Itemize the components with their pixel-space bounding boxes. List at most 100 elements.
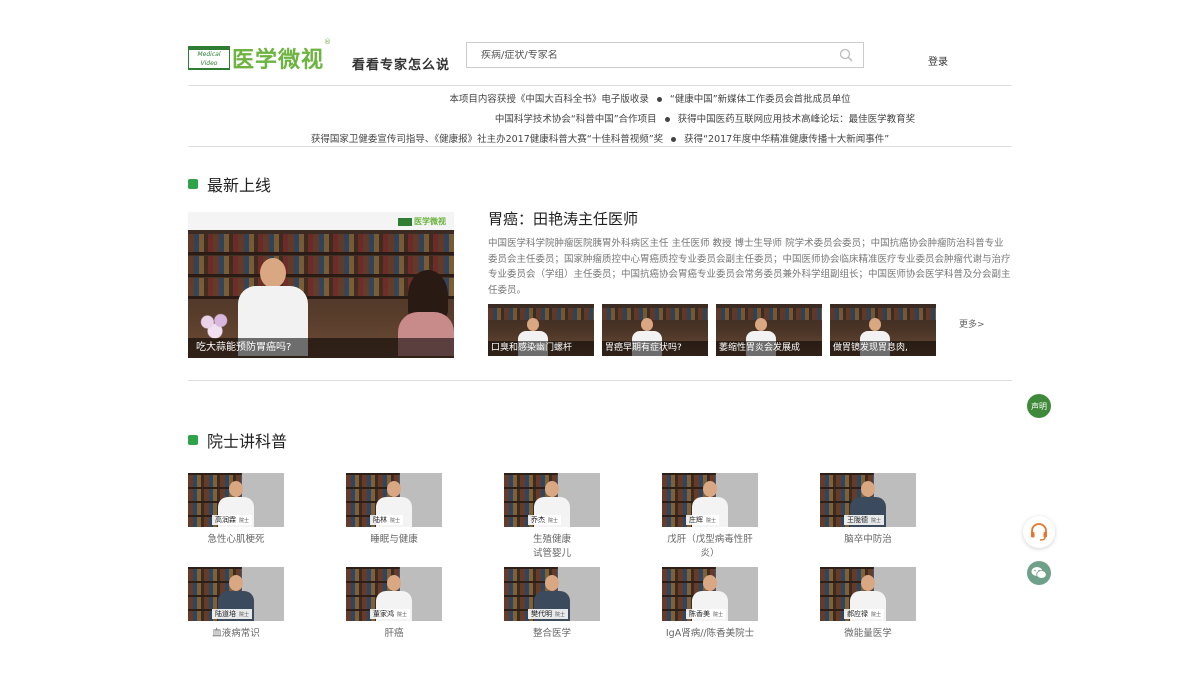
academician-topic[interactable]: 肝癌 bbox=[346, 627, 442, 641]
academician-tag: 院士 bbox=[548, 518, 559, 524]
academician-name: 郝应禄 bbox=[847, 610, 868, 618]
academician-photo: 郝应禄 院士 bbox=[820, 567, 916, 621]
academician-topic[interactable]: 血液病常识 bbox=[188, 627, 284, 641]
nameplate: 庄辉 院士 bbox=[686, 515, 720, 525]
academician-photo: 陆道培 院士 bbox=[188, 567, 284, 621]
academician-card[interactable]: 王陇德 院士脑卒中防治 bbox=[820, 473, 916, 547]
academician-photo: 庄辉 院士 bbox=[662, 473, 758, 527]
academician-tag: 院士 bbox=[706, 518, 717, 524]
academician-name: 庄辉 bbox=[689, 516, 703, 524]
section-title-text: 院士讲科普 bbox=[207, 432, 288, 451]
academician-tag: 院士 bbox=[871, 518, 882, 524]
academician-card[interactable]: 陈香美 院士 IgA肾病//陈香美院士 bbox=[662, 567, 758, 641]
academician-tag: 院士 bbox=[390, 518, 401, 524]
site-logo[interactable]: Medical Video 医学微视 ® bbox=[188, 38, 331, 74]
video-thumbnail[interactable]: 萎缩性胃炎会发展成 bbox=[716, 304, 822, 356]
academician-tag: 院士 bbox=[239, 612, 250, 618]
notice-text: 获得中国医药互联网应用技术高峰论坛：最佳医学教育奖 bbox=[677, 114, 916, 125]
thumbnail-caption: 口臭和感染幽门螺杆 bbox=[488, 341, 594, 356]
logo-badge-icon: Medical Video bbox=[188, 46, 230, 70]
academician-photo: 陆林 院士 bbox=[346, 473, 442, 527]
bullet-separator bbox=[656, 97, 662, 102]
academician-card[interactable]: 庄辉 院士戊肝（戊型病毒性肝炎） bbox=[662, 473, 758, 561]
notice-text: 中国科学技术协会“科普中国”合作项目 bbox=[494, 114, 657, 125]
search-icon[interactable] bbox=[839, 48, 853, 62]
academician-name: 樊代明 bbox=[531, 610, 552, 618]
login-link[interactable]: 登录 bbox=[928, 53, 948, 68]
logo-name: 医学微视 bbox=[232, 48, 325, 73]
academician-photo: 高润霖 院士 bbox=[188, 473, 284, 527]
section-title-text: 最新上线 bbox=[207, 176, 272, 195]
academician-card[interactable]: 樊代明 院士整合医学 bbox=[504, 567, 600, 641]
award-notices: 本项目内容获授《中国大百科全书》电子版收录 “健康中国”新媒体工作委员会首批成员单… bbox=[188, 90, 1012, 150]
section-marker-icon bbox=[188, 435, 198, 445]
nameplate: 陈香美 院士 bbox=[686, 609, 727, 619]
featured-title[interactable]: 胃癌：田艳涛主任医师 bbox=[488, 208, 638, 229]
wechat-button[interactable] bbox=[1027, 561, 1051, 585]
video-caption: 吃大蒜能预防胃癌吗? bbox=[188, 338, 454, 358]
academician-topic[interactable]: 戊肝（戊型病毒性肝炎） bbox=[662, 533, 758, 561]
nameplate: 董家鸿 院士 bbox=[370, 609, 411, 619]
nameplate: 乔杰 院士 bbox=[528, 515, 562, 525]
flowers-decoration bbox=[196, 310, 234, 340]
logo-registered-mark: ® bbox=[324, 38, 332, 46]
header-divider bbox=[188, 85, 1012, 86]
statement-label: 声明 bbox=[1031, 401, 1047, 411]
academician-card[interactable]: 陆道培 院士血液病常识 bbox=[188, 567, 284, 641]
thumbnail-caption: 胃癌早期有症状吗? bbox=[602, 341, 708, 356]
notice-text: “健康中国”新媒体工作委员会首批成员单位 bbox=[669, 94, 851, 105]
academician-tag: 院士 bbox=[713, 612, 724, 618]
notice-text: 本项目内容获授《中国大百科全书》电子版收录 bbox=[449, 94, 649, 105]
academician-photo: 陈香美 院士 bbox=[662, 567, 758, 621]
more-link[interactable]: 更多> bbox=[959, 317, 985, 330]
academician-topic[interactable]: 微能量医学 bbox=[820, 627, 916, 641]
academician-tag: 院士 bbox=[555, 612, 566, 618]
academician-topic[interactable]: 睡眠与健康 bbox=[346, 533, 442, 547]
academician-topic[interactable]: 脑卒中防治 bbox=[820, 533, 916, 547]
logo-badge-icon bbox=[398, 217, 412, 226]
notice-text: 获得“2017年度中华精准健康传播十大新闻事件” bbox=[684, 134, 890, 145]
academician-topic[interactable]: IgA肾病//陈香美院士 bbox=[662, 627, 758, 641]
academician-card[interactable]: 高润霖 院士急性心肌梗死 bbox=[188, 473, 284, 547]
statement-button[interactable]: 声明 bbox=[1027, 394, 1051, 418]
video-watermark-logo: 医学微视 bbox=[398, 216, 446, 227]
academician-name: 董家鸿 bbox=[373, 610, 394, 618]
notices-divider bbox=[188, 146, 1012, 147]
academician-topic[interactable]: 急性心肌梗死 bbox=[188, 533, 284, 547]
customer-service-button[interactable] bbox=[1023, 516, 1055, 548]
academician-card[interactable]: 董家鸿 院士肝癌 bbox=[346, 567, 442, 641]
academician-topic[interactable]: 整合医学 bbox=[504, 627, 600, 641]
video-thumbnail[interactable]: 做胃镜发现胃息肉, bbox=[830, 304, 936, 356]
bullet-separator bbox=[664, 117, 670, 122]
nameplate: 郝应禄 院士 bbox=[844, 609, 885, 619]
nameplate: 樊代明 院士 bbox=[528, 609, 569, 619]
academician-card[interactable]: 乔杰 院士生殖健康 试管婴儿 bbox=[504, 473, 600, 561]
academician-photo: 乔杰 院士 bbox=[504, 473, 600, 527]
search-box[interactable] bbox=[466, 42, 864, 68]
academician-name: 王陇德 bbox=[847, 516, 868, 524]
nameplate: 王陇德 院士 bbox=[844, 515, 885, 525]
academician-name: 陆道培 bbox=[215, 610, 236, 618]
academician-card[interactable]: 郝应禄 院士微能量医学 bbox=[820, 567, 916, 641]
related-videos: 口臭和感染幽门螺杆 胃癌早期有症状吗? 萎缩性胃炎会发展成 做胃镜发现胃息肉, bbox=[488, 304, 936, 356]
academician-topic[interactable]: 生殖健康 试管婴儿 bbox=[504, 533, 600, 561]
featured-video[interactable]: 医学微视 吃大蒜能预防胃癌吗? bbox=[188, 212, 454, 358]
academician-name: 陆林 bbox=[373, 516, 387, 524]
section-title-academicians: 院士讲科普 bbox=[188, 428, 287, 452]
notice-line-1: 本项目内容获授《中国大百科全书》电子版收录 “健康中国”新媒体工作委员会首批成员单… bbox=[188, 90, 1012, 110]
academician-tag: 院士 bbox=[239, 518, 250, 524]
notice-line-2: 中国科学技术协会“科普中国”合作项目 获得中国医药互联网应用技术高峰论坛：最佳医学… bbox=[188, 110, 1012, 130]
video-thumbnail[interactable]: 口臭和感染幽门螺杆 bbox=[488, 304, 594, 356]
video-logo-text: 医学微视 bbox=[414, 217, 446, 226]
search-input[interactable] bbox=[481, 49, 821, 61]
video-thumbnail[interactable]: 胃癌早期有症状吗? bbox=[602, 304, 708, 356]
nameplate: 陆道培 院士 bbox=[212, 609, 253, 619]
academician-tag: 院士 bbox=[871, 612, 882, 618]
headset-icon bbox=[1031, 523, 1047, 541]
nameplate: 高润霖 院士 bbox=[212, 515, 253, 525]
academician-card[interactable]: 陆林 院士睡眠与健康 bbox=[346, 473, 442, 547]
site-slogan: 看看专家怎么说 bbox=[352, 58, 451, 73]
notice-text: 获得国家卫健委宣传司指导、《健康报》社主办2017健康科普大赛“十佳科普视频”奖 bbox=[310, 134, 664, 145]
academician-photo: 王陇德 院士 bbox=[820, 473, 916, 527]
academician-name: 乔杰 bbox=[531, 516, 545, 524]
